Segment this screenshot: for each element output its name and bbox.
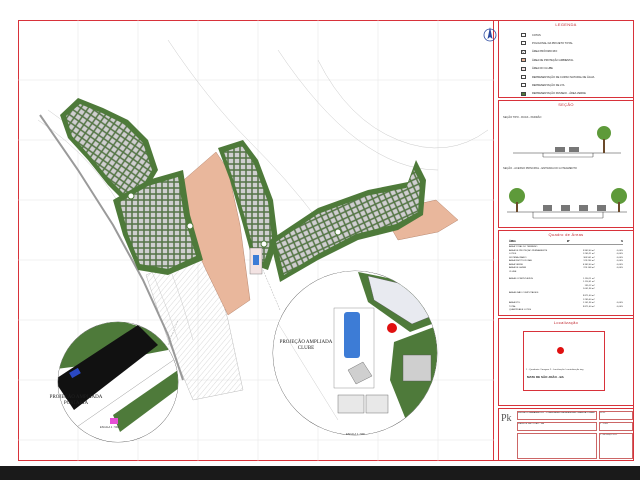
line-icon xyxy=(521,75,526,79)
area-table-title: Quadro de Áreas xyxy=(548,232,584,237)
dot-icon xyxy=(521,33,526,37)
header-m2: M² xyxy=(566,240,570,243)
roundabout-2 xyxy=(186,222,194,230)
viewer-bottom-bar xyxy=(0,466,640,480)
table-cell: QUANTIDADE LOTES xyxy=(509,309,532,311)
roundabout-1 xyxy=(127,192,135,200)
legend-item-label: ÁREA DE PROTEÇÃO AMBIENTAL xyxy=(532,58,574,62)
legend-item: ÁREA PRÓXIMO RIO xyxy=(521,48,557,56)
legend-item: REPRESENTAÇÃO DE CURSO NATURAL DE ÁGUA xyxy=(521,73,594,81)
legend-item-label: COTAS xyxy=(532,33,541,37)
label-scale-a: ESCALA 1 : 500 xyxy=(100,426,119,429)
section-title: SEÇÃO xyxy=(558,102,574,107)
roundabout-3 xyxy=(260,240,268,248)
section-panel: SEÇÃO SEÇÃO TIPO - RUAS - PADRÃO SEÇÃO -… xyxy=(498,100,634,228)
legend-item: COTAS xyxy=(521,31,541,39)
title-sheet: 01/01 xyxy=(599,411,633,420)
legend-item: POLIGONAL DA PROJETO TOTAL xyxy=(521,39,573,47)
title-block: Pk PROJETO URBANÍSTICO - CONDOMÍNIO RESI… xyxy=(498,408,634,461)
swatch-icon xyxy=(521,58,526,63)
area-table-panel: Quadro de Áreas ÁREA M² % ÁREA TOTAL DO … xyxy=(498,230,634,316)
table-row: QUANTIDADE LOTES xyxy=(509,309,623,312)
table-cell xyxy=(595,309,624,312)
polygon-outline-icon xyxy=(521,41,526,46)
title-notes xyxy=(517,433,597,459)
location-title: Localização xyxy=(553,320,579,325)
section-b-drawing xyxy=(507,188,627,219)
label-projection-club: PROJEÇÃO AMPLIADA CLUBE xyxy=(279,340,333,351)
header-area: ÁREA xyxy=(509,240,516,243)
legend-title: LEGENDA xyxy=(555,22,577,27)
legend-item: REPRESENTAÇÃO PASSEIO - ÁREA VERDE xyxy=(521,90,586,98)
location-frame xyxy=(523,331,605,391)
section-a-label: SEÇÃO TIPO - RUAS - PADRÃO xyxy=(503,116,542,119)
legend-item-label: REPRESENTAÇÃO PASSEIO - ÁREA VERDE xyxy=(532,92,586,96)
legend-item: REPRESENTAÇÃO DE LTA xyxy=(521,81,564,89)
title-client: MATA DE SÃO JOÃO - BA xyxy=(517,422,597,431)
legend-item-label: REPRESENTAÇÃO DE LTA xyxy=(532,83,565,87)
label-scale-b: ESCALA 1 : 500 xyxy=(346,433,365,436)
area-table-header: ÁREA M² % xyxy=(509,240,623,245)
title-project: PROJETO URBANÍSTICO - CONDOMÍNIO RESIDEN… xyxy=(517,411,597,420)
swatch-icon xyxy=(521,91,526,96)
section-a-drawing xyxy=(513,126,621,158)
legend-item-label: ÁREA PRÓXIMO RIO xyxy=(532,50,558,54)
title-scale: 1 : 1000 xyxy=(599,422,633,431)
legend-panel: LEGENDA COTAS POLIGONAL DA PROJETO TOTAL Á… xyxy=(498,20,634,98)
legend-item-label: ÁREA DO CLUBE xyxy=(532,67,553,71)
drawing-sheet: PROJEÇÃO AMPLIADA PORTARIA PROJEÇÃO AMPL… xyxy=(0,0,640,466)
legend-item-label: POLIGONAL DA PROJETO TOTAL xyxy=(532,41,573,45)
location-line: 1 - Quadrante / Imagem 2 - Localização /… xyxy=(526,369,584,371)
legend-item: ÁREA DO CLUBE xyxy=(521,65,553,73)
dashed-line-icon xyxy=(521,83,526,88)
legend-item: ÁREA DE PROTEÇÃO AMBIENTAL xyxy=(521,56,574,64)
title-date: 1º de março 2021 xyxy=(599,433,633,459)
hatch-icon xyxy=(521,49,526,54)
table-cell xyxy=(566,309,595,312)
location-panel: Localização 1 - Quadrante / Imagem 2 - L… xyxy=(498,318,634,406)
location-marker-icon xyxy=(557,347,564,354)
header-pct: % xyxy=(620,240,623,243)
logo-mark: Pk xyxy=(501,413,512,424)
label-projection-porter: PROJEÇÃO AMPLIADA PORTARIA xyxy=(49,395,103,406)
roundabout-4 xyxy=(334,228,342,236)
swatch-icon xyxy=(521,66,526,71)
legend-item-label: REPRESENTAÇÃO DE CURSO NATURAL DE ÁGUA xyxy=(532,75,595,79)
section-b-label: SEÇÃO - ACESSO PRINCIPAL - ENTRADA DO LO… xyxy=(503,167,577,170)
location-place: MATA DE SÃO JOÃO - BA xyxy=(527,375,564,379)
